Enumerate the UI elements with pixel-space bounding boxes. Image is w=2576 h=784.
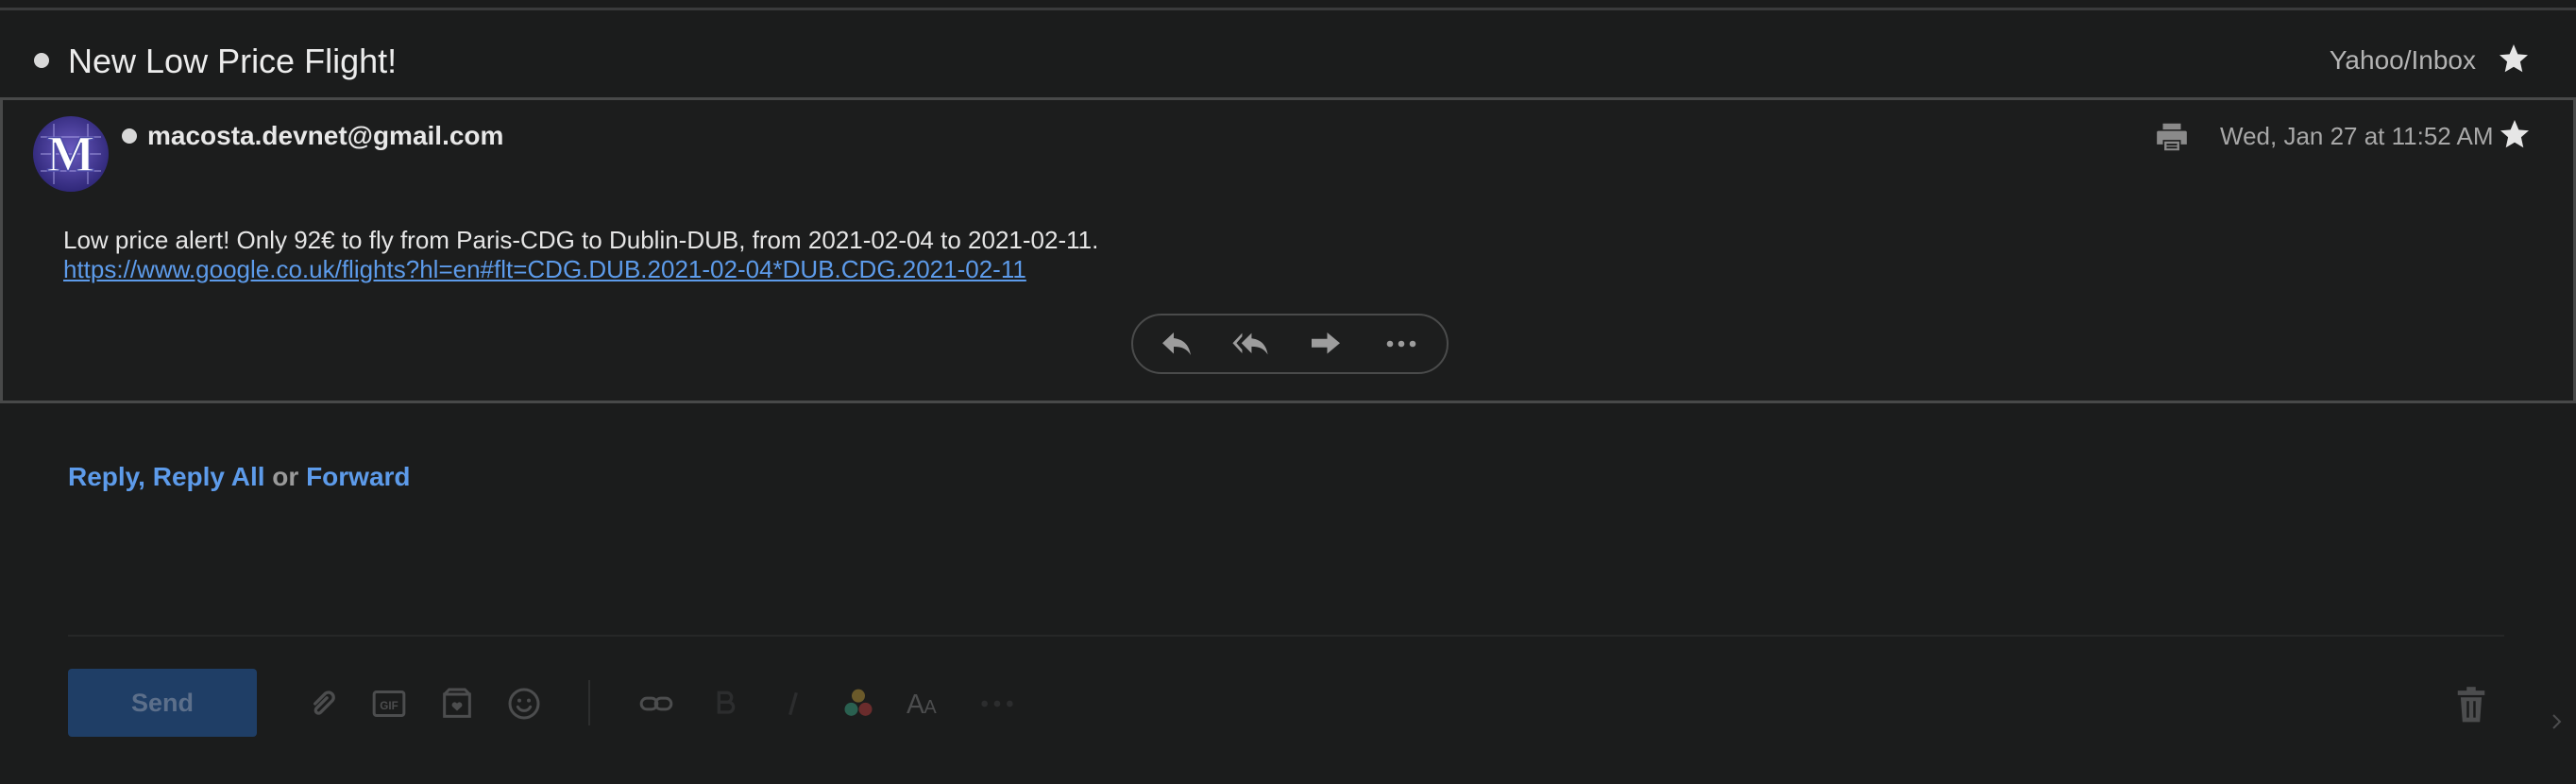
more-formatting-icon[interactable] <box>978 685 1016 723</box>
sender-email[interactable]: macosta.devnet@gmail.com <box>147 121 503 151</box>
send-button[interactable]: Send <box>68 669 257 737</box>
quick-reply-bar: Reply, Reply All or Forward <box>68 462 411 492</box>
star-icon[interactable] <box>2497 42 2531 76</box>
more-icon[interactable] <box>1382 327 1420 361</box>
font-size-icon[interactable]: A A <box>907 685 944 723</box>
trash-icon[interactable] <box>2453 686 2489 725</box>
forward-icon[interactable] <box>1307 327 1345 361</box>
svg-text:GIF: GIF <box>380 700 398 712</box>
italic-icon[interactable] <box>774 685 812 723</box>
message-body-text: Low price alert! Only 92€ to fly from Pa… <box>63 226 1099 254</box>
reply-all-icon[interactable] <box>1231 327 1269 361</box>
reply-comma: , <box>138 462 153 491</box>
unread-dot-icon[interactable] <box>34 53 49 68</box>
composer-divider <box>68 635 2504 637</box>
flight-link[interactable]: https://www.google.co.uk/flights?hl=en#f… <box>63 255 1026 283</box>
or-text: or <box>264 462 307 491</box>
print-icon[interactable] <box>2154 119 2190 155</box>
svg-text:M: M <box>47 126 95 182</box>
message-card: M macosta.devnet@gmail.com Wed, Jan 27 a… <box>0 97 2576 403</box>
reply-link[interactable]: Reply <box>68 462 138 491</box>
gif-icon[interactable]: GIF <box>370 685 408 723</box>
folder-label[interactable]: Yahoo/Inbox <box>2330 45 2476 76</box>
emoji-icon[interactable] <box>505 685 543 723</box>
sticker-icon[interactable] <box>438 685 476 723</box>
email-subject: New Low Price Flight! <box>68 42 398 80</box>
sender-unread-dot-icon <box>122 128 137 144</box>
reply-all-link[interactable]: Reply All <box>153 462 265 491</box>
message-date: Wed, Jan 27 at 11:52 AM <box>2220 122 2494 150</box>
attach-icon[interactable] <box>304 685 342 723</box>
message-actions <box>1131 314 1449 374</box>
subject-header: New Low Price Flight! Yahoo/Inbox <box>0 10 2576 97</box>
bold-icon[interactable] <box>706 685 744 723</box>
chevron-right-icon[interactable] <box>2550 710 2565 733</box>
message-star-icon[interactable] <box>2498 117 2532 151</box>
forward-link[interactable]: Forward <box>306 462 410 491</box>
toolbar-separator <box>588 680 590 725</box>
avatar[interactable]: M <box>33 116 109 192</box>
link-icon[interactable] <box>637 685 675 723</box>
color-icon[interactable] <box>839 685 877 723</box>
svg-text:A: A <box>924 697 937 718</box>
svg-text:A: A <box>907 690 924 720</box>
reply-icon[interactable] <box>1158 327 1195 361</box>
